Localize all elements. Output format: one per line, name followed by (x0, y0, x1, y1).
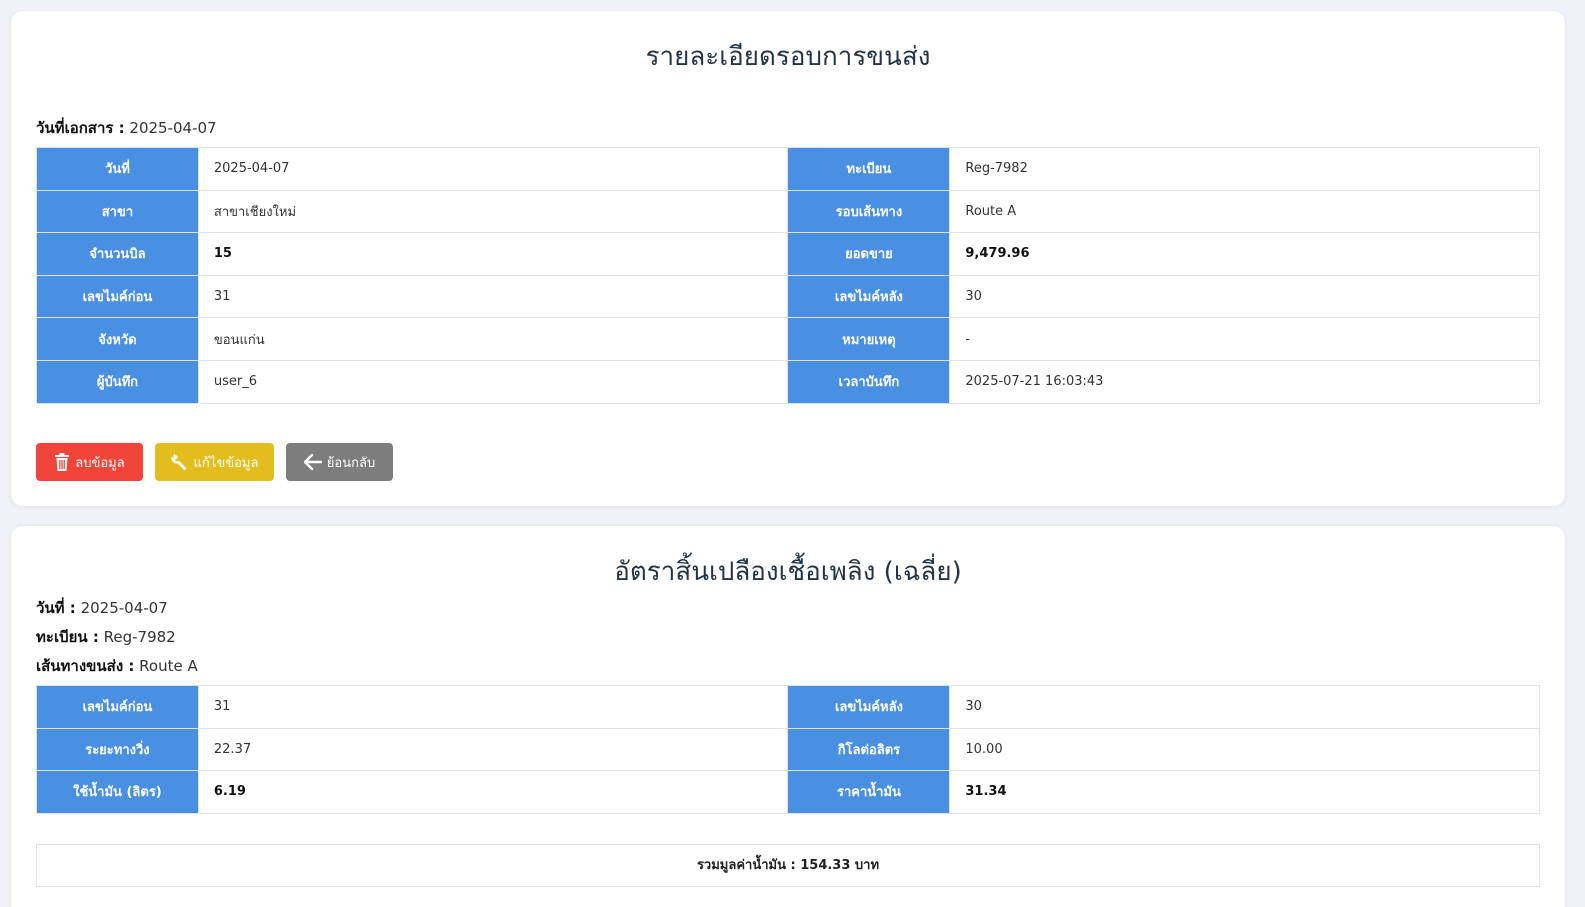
label-registration: ทะเบียน (787, 147, 951, 191)
value-mileage-before: 31 (197, 685, 789, 729)
fuel-total: รวมมูลค่าน้ำมัน : 154.33 บาท (36, 844, 1540, 887)
label-branch: สาขา (36, 189, 199, 234)
table-row: ระยะทางวิ่ง 22.37 กิโลต่อลิตร 10.00 (36, 727, 1540, 772)
value-sales-total: 9,479.96 (949, 232, 1540, 276)
fuel-detail-table: เลขไมค์ก่อน 31 เลขไมค์หลัง 30 ระยะทางวิ่… (36, 685, 1540, 814)
table-row: เลขไมค์ก่อน 31 เลขไมค์หลัง 30 (36, 685, 1540, 729)
value-route-round: Route A (949, 189, 1540, 234)
delete-button[interactable]: ลบข้อมูล (36, 443, 143, 481)
value-note: - (949, 317, 1540, 361)
value-mileage-before: 31 (197, 274, 789, 319)
value-branch: สาขาเชียงใหม่ (197, 189, 789, 234)
value-recorder: user_6 (197, 359, 789, 404)
label-distance: ระยะทางวิ่ง (36, 727, 199, 772)
trip-detail-table: วันที่ 2025-04-07 ทะเบียน Reg-7982 สาขา … (36, 147, 1540, 404)
label-mileage-before: เลขไมค์ก่อน (36, 274, 199, 319)
value-bill-count: 15 (197, 232, 789, 276)
table-row: ผู้บันทึก user_6 เวลาบันทึก 2025-07-21 1… (36, 359, 1540, 404)
label-sales-total: ยอดขาย (787, 232, 951, 276)
fuel-date-value: 2025-04-07 (80, 599, 168, 617)
fuel-consumption-card: อัตราสิ้นเปลืองเชื้อเพลิง (เฉลี่ย) วันที… (11, 526, 1565, 907)
label-route-round: รอบเส้นทาง (787, 189, 951, 234)
label-km-per-liter: กิโลต่อลิตร (787, 727, 951, 772)
table-row: ใช้น้ำมัน (ลิตร) 6.19 ราคาน้ำมัน 31.34 (36, 770, 1540, 814)
action-buttons: ลบข้อมูล แก้ไขข้อมูล ย้อนกลับ (36, 443, 393, 481)
fuel-route-value: Route A (139, 657, 198, 675)
value-date: 2025-04-07 (197, 147, 789, 191)
back-button[interactable]: ย้อนกลับ (286, 443, 393, 481)
fuel-registration-label: ทะเบียน : (36, 628, 99, 646)
trash-icon (54, 453, 70, 471)
label-note: หมายเหตุ (787, 317, 951, 361)
label-fuel-used: ใช้น้ำมัน (ลิตร) (36, 770, 199, 814)
value-province: ขอนแก่น (197, 317, 789, 361)
value-fuel-price: 31.34 (949, 770, 1540, 814)
trip-detail-card: รายละเอียดรอบการขนส่ง วันที่เอกสาร : 202… (11, 11, 1565, 506)
fuel-route-label: เส้นทางขนส่ง : (36, 657, 135, 675)
arrow-left-icon (303, 454, 322, 470)
fuel-date: วันที่ : 2025-04-07 (36, 596, 168, 620)
fuel-section-title: อัตราสิ้นเปลืองเชื้อเพลิง (เฉลี่ย) (614, 557, 962, 587)
back-button-label: ย้อนกลับ (326, 454, 376, 470)
page-title: รายละเอียดรอบการขนส่ง (645, 42, 931, 72)
value-mileage-after: 30 (949, 685, 1540, 729)
value-fuel-used: 6.19 (197, 770, 789, 814)
document-date: วันที่เอกสาร : 2025-04-07 (36, 116, 217, 140)
document-date-label: วันที่เอกสาร : (36, 119, 125, 137)
value-registration: Reg-7982 (949, 147, 1540, 191)
label-province: จังหวัด (36, 317, 199, 361)
table-row: สาขา สาขาเชียงใหม่ รอบเส้นทาง Route A (36, 189, 1540, 234)
value-distance: 22.37 (197, 727, 789, 772)
label-mileage-after: เลขไมค์หลัง (787, 685, 951, 729)
wrench-icon (171, 453, 189, 471)
table-row: จำนวนบิล 15 ยอดขาย 9,479.96 (36, 232, 1540, 276)
value-km-per-liter: 10.00 (949, 727, 1540, 772)
fuel-registration: ทะเบียน : Reg-7982 (36, 625, 176, 649)
edit-button-label: แก้ไขข้อมูล (193, 454, 259, 470)
label-date: วันที่ (36, 147, 199, 191)
edit-button[interactable]: แก้ไขข้อมูล (155, 443, 274, 481)
table-row: วันที่ 2025-04-07 ทะเบียน Reg-7982 (36, 147, 1540, 191)
label-record-time: เวลาบันทึก (787, 359, 951, 404)
fuel-route: เส้นทางขนส่ง : Route A (36, 654, 198, 678)
fuel-registration-value: Reg-7982 (103, 628, 176, 646)
document-date-value: 2025-04-07 (129, 119, 217, 137)
fuel-date-label: วันที่ : (36, 599, 76, 617)
label-mileage-after: เลขไมค์หลัง (787, 274, 951, 319)
delete-button-label: ลบข้อมูล (75, 454, 125, 470)
label-recorder: ผู้บันทึก (36, 359, 199, 404)
label-fuel-price: ราคาน้ำมัน (787, 770, 951, 814)
table-row: เลขไมค์ก่อน 31 เลขไมค์หลัง 30 (36, 274, 1540, 319)
value-record-time: 2025-07-21 16:03:43 (949, 359, 1540, 404)
value-mileage-after: 30 (949, 274, 1540, 319)
table-row: จังหวัด ขอนแก่น หมายเหตุ - (36, 317, 1540, 361)
label-mileage-before: เลขไมค์ก่อน (36, 685, 199, 729)
label-bill-count: จำนวนบิล (36, 232, 199, 276)
